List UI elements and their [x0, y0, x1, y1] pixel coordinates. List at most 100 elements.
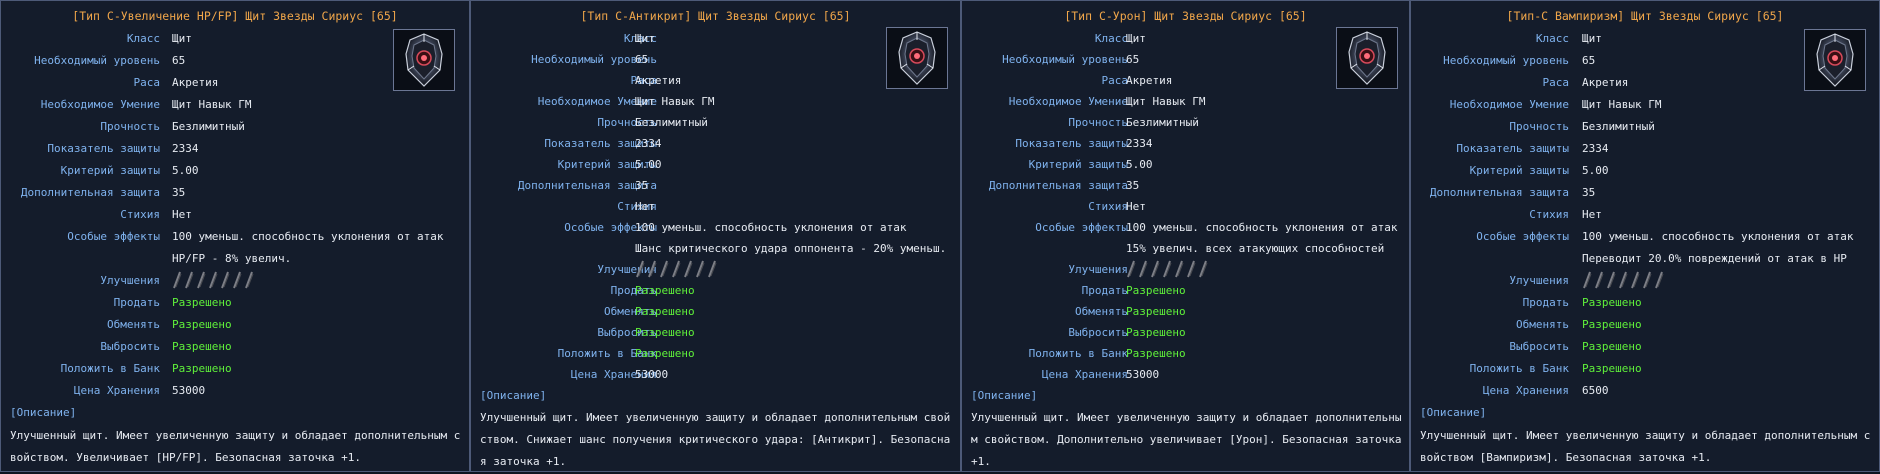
stat-row: Необходимое Умение Щит Навык ГМ	[471, 92, 960, 113]
permission-row: Выбросить Разрешено	[1, 337, 469, 359]
stat-label: Класс	[126, 32, 160, 45]
empty-upgrade-slot-icon	[196, 271, 206, 292]
stat-value: Щит Навык ГМ	[1126, 95, 1206, 108]
permission-value: Разрешено	[635, 284, 695, 297]
stat-row: Раса Акретия	[962, 71, 1409, 92]
stat-label: Класс	[623, 32, 657, 45]
storage-price-label: Цена Хранения	[570, 368, 657, 381]
stat-row: HP/FP - 8% увелич.	[1, 249, 469, 271]
permission-row: Выбросить Разрешено	[962, 323, 1409, 344]
permission-label: Обменять	[1075, 305, 1128, 318]
stat-value: 100 уменьш. способность уклонения от ата…	[1126, 221, 1398, 234]
permission-value: Разрешено	[1582, 296, 1642, 309]
permission-label: Положить в Банк	[1469, 362, 1569, 375]
stat-row: Дополнительная защита 35	[471, 176, 960, 197]
empty-upgrade-slot-icon	[635, 260, 645, 281]
permission-value: Разрешено	[1126, 326, 1186, 339]
stat-label: Необходимый уровень	[1443, 54, 1569, 67]
permission-value: Разрешено	[635, 326, 695, 339]
permission-label: Выбросить	[100, 340, 160, 353]
empty-upgrade-slot-icon	[1594, 271, 1604, 292]
item-tooltip-panel: [Тип C-Урон] Щит Звезды Сириус [65] Клас…	[961, 0, 1410, 472]
permission-label: Выбросить	[1068, 326, 1128, 339]
stat-value: Щит	[635, 32, 655, 45]
stat-row: Класс Щит	[962, 29, 1409, 50]
upgrades-row: Улучшения	[962, 260, 1409, 281]
stat-value: Щит	[1126, 32, 1146, 45]
stat-label: Особые эффекты	[564, 221, 657, 234]
stat-value: Щит Навык ГМ	[1582, 98, 1662, 111]
description-header: [Описание]	[480, 389, 547, 402]
item-title: [Тип C-Увеличение HP/FP] Щит Звезды Сири…	[72, 9, 398, 23]
stat-label: Необходимое Умение	[1008, 95, 1128, 108]
permission-label: Продать	[113, 296, 160, 309]
permission-row: Продать Разрешено	[962, 281, 1409, 302]
empty-upgrade-slot-icon	[172, 271, 182, 292]
stat-label: Прочность	[1509, 120, 1569, 133]
empty-upgrade-slot-icon	[671, 260, 681, 281]
stat-value: Щит	[172, 32, 192, 45]
permission-label: Выбросить	[597, 326, 657, 339]
permission-value: Разрешено	[1582, 318, 1642, 331]
stat-value: 100 уменьш. способность уклонения от ата…	[172, 230, 444, 243]
storage-price-label: Цена Хранения	[1041, 368, 1128, 381]
empty-upgrade-slot-icon	[1630, 271, 1640, 292]
stat-value: Нет	[172, 208, 192, 221]
stat-value: 65	[172, 54, 186, 67]
upgrade-slots	[1582, 271, 1664, 291]
stat-label: Раса	[133, 76, 161, 89]
stat-row: Необходимый уровень 65	[962, 50, 1409, 71]
empty-upgrade-slot-icon	[1654, 271, 1664, 292]
permission-value: Разрешено	[1126, 305, 1186, 318]
stat-row: Показатель защиты 2334	[1, 139, 469, 161]
stat-value: HP/FP - 8% увелич.	[172, 252, 292, 265]
stat-value: 2334	[635, 137, 662, 150]
permission-label: Продать	[610, 284, 657, 297]
storage-price-row: Цена Хранения 53000	[1, 381, 469, 403]
upgrades-row: Улучшения	[1, 271, 469, 293]
stat-row: Необходимый уровень 65	[471, 50, 960, 71]
empty-upgrade-slot-icon	[244, 271, 254, 292]
permission-row: Обменять Разрешено	[1, 315, 469, 337]
storage-price-label: Цена Хранения	[1482, 384, 1569, 397]
stat-value: Переводит 20.0% повреждений от атак в HP	[1582, 252, 1847, 265]
permission-row: Положить в Банк Разрешено	[962, 344, 1409, 365]
stat-row: Необходимое Умение Щит Навык ГМ	[1411, 95, 1879, 117]
empty-upgrade-slot-icon	[683, 260, 693, 281]
upgrades-row: Улучшения	[471, 260, 960, 281]
permission-label: Положить в Банк	[557, 347, 657, 360]
stat-value: 2334	[172, 142, 199, 155]
upgrades-label: Улучшения	[1509, 274, 1569, 287]
empty-upgrade-slot-icon	[208, 271, 218, 292]
empty-upgrade-slot-icon	[707, 260, 717, 281]
stat-label: Критерий защиты	[60, 164, 160, 177]
stat-row: Особые эффекты 100 уменьш. способность ук…	[1411, 227, 1879, 249]
description-text: Улучшенный щит. Имеет увеличенную защиту…	[971, 411, 1402, 468]
empty-upgrade-slot-icon	[1618, 271, 1628, 292]
stat-label: Стихия	[1529, 208, 1569, 221]
permission-label: Продать	[1522, 296, 1569, 309]
stat-label: Необходимый уровень	[1002, 53, 1128, 66]
stat-row: Стихия Нет	[471, 197, 960, 218]
stat-value: Щит	[1582, 32, 1602, 45]
stat-value: Безлимитный	[172, 120, 245, 133]
permission-row: Выбросить Разрешено	[1411, 337, 1879, 359]
stat-value: 65	[635, 53, 649, 66]
stat-row: Показатель защиты 2334	[962, 134, 1409, 155]
stat-row: Особые эффекты 100 уменьш. способность ук…	[1, 227, 469, 249]
stat-label: Особые эффекты	[1035, 221, 1128, 234]
empty-upgrade-slot-icon	[1162, 260, 1172, 281]
stat-value: 35	[635, 179, 649, 192]
stat-value: 5.00	[172, 164, 199, 177]
empty-upgrade-slot-icon	[1174, 260, 1184, 281]
storage-price-value: 53000	[635, 368, 669, 381]
stat-row: Показатель защиты 2334	[471, 134, 960, 155]
stat-row: Критерий защиты 5.00	[962, 155, 1409, 176]
stat-value: Шанс критического удара оппонента - 20% …	[635, 242, 947, 255]
stat-label: Критерий защиты	[1028, 158, 1128, 171]
permission-value: Разрешено	[172, 296, 232, 309]
stat-label: Стихия	[120, 208, 160, 221]
empty-upgrade-slot-icon	[1126, 260, 1136, 281]
stat-row: Необходимый уровень 65	[1, 51, 469, 73]
stat-row: Прочность Безлимитный	[471, 113, 960, 134]
